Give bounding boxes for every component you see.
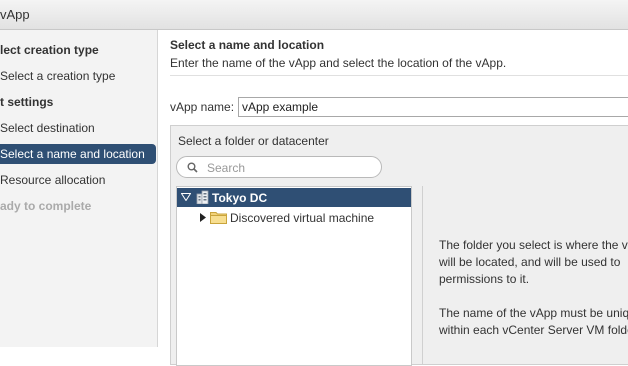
- folder-selection-panel: Select a folder or datacenter Search Tok…: [170, 125, 628, 366]
- window-title: vApp: [0, 7, 30, 22]
- wizard-nav: lect creation type Select a creation typ…: [0, 30, 158, 347]
- search-icon: [187, 162, 198, 173]
- info-text-line: The name of the vApp must be uniq: [439, 306, 628, 320]
- search-input[interactable]: [205, 159, 379, 177]
- nav-item-select-name-location[interactable]: Select a name and location: [0, 144, 156, 164]
- datacenter-icon: [196, 190, 209, 204]
- main-content: Select a name and location Enter the nam…: [158, 30, 628, 366]
- tree-item-label: Discovered virtual machine: [230, 211, 375, 225]
- nav-item-select-destination[interactable]: Select destination: [0, 121, 95, 135]
- folder-tree: Tokyo DC Discovered virtual machine: [176, 186, 412, 366]
- chevron-down-icon[interactable]: [181, 193, 191, 201]
- nav-item-resource-allocation[interactable]: Resource allocation: [0, 173, 105, 187]
- folder-heading: Select a folder or datacenter: [178, 134, 329, 148]
- tree-item-label: Tokyo DC: [212, 191, 268, 205]
- info-text-line: will be located, and will be used to: [439, 255, 621, 269]
- page-title: Select a name and location: [170, 38, 325, 52]
- info-panel: The folder you select is where the v wil…: [422, 186, 628, 364]
- vapp-name-label: vApp name:: [170, 100, 235, 114]
- search-box[interactable]: [176, 156, 382, 178]
- nav-step-creation-type: lect creation type: [0, 43, 99, 57]
- tree-item-discovered-vm[interactable]: Discovered virtual machine: [177, 208, 411, 227]
- nav-item-select-creation-type[interactable]: Select a creation type: [0, 69, 115, 83]
- title-bar: vApp: [0, 0, 628, 30]
- folder-icon: [210, 212, 227, 224]
- info-text-line: permissions to it.: [439, 272, 530, 286]
- chevron-right-icon[interactable]: [200, 213, 206, 222]
- header-divider: [170, 75, 628, 76]
- page-description: Enter the name of the vApp and select th…: [170, 56, 507, 70]
- info-text-line: The folder you select is where the v: [439, 238, 628, 252]
- tree-item-tokyo-dc[interactable]: Tokyo DC: [177, 188, 411, 207]
- nav-step-settings: t settings: [0, 95, 54, 109]
- vapp-name-input[interactable]: [238, 97, 628, 117]
- info-text-line: within each vCenter Server VM folde: [439, 323, 628, 337]
- nav-step-ready-to-complete: ady to complete: [0, 199, 92, 213]
